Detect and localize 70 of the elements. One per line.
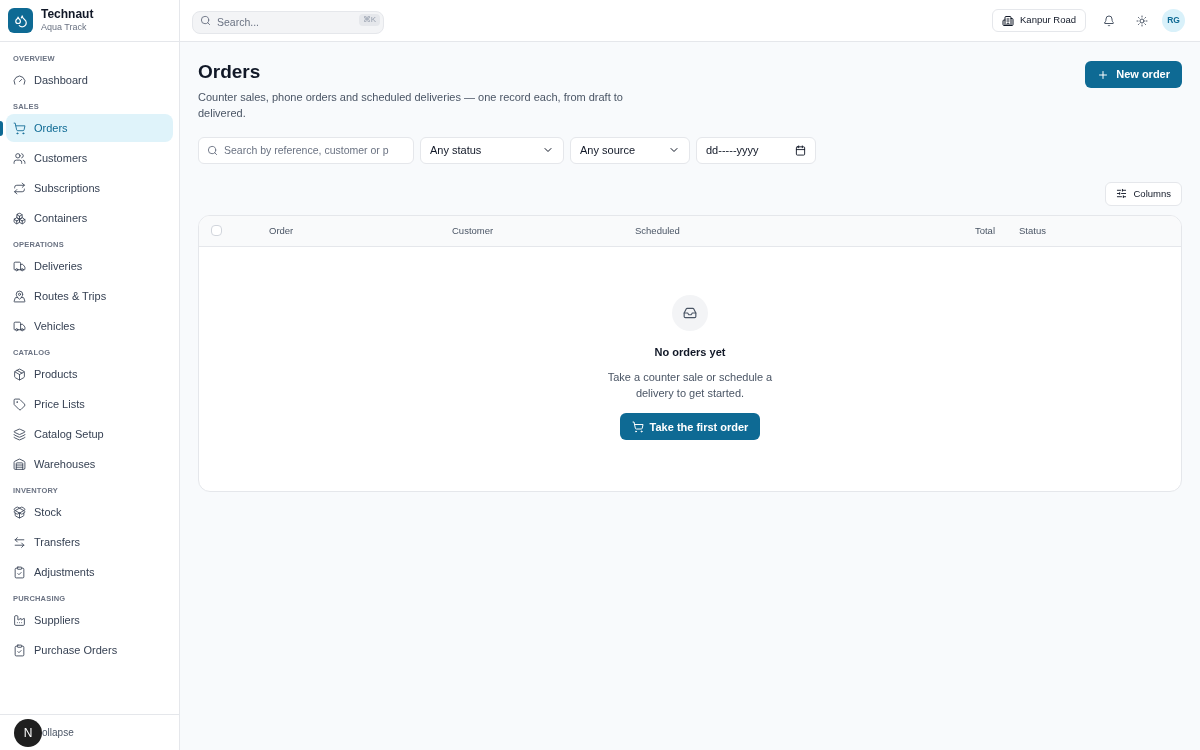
page-description: Counter sales, phone orders and scheduled deliveries — one record each, from draft to delivered. bbox=[198, 89, 624, 121]
new-order-button[interactable]: New order bbox=[1085, 61, 1182, 88]
calendar-icon bbox=[795, 144, 806, 156]
collapse-label[interactable]: ollapse bbox=[42, 725, 74, 740]
package-icon bbox=[13, 367, 26, 381]
avatar[interactable]: RG bbox=[1162, 9, 1185, 32]
repeat-icon bbox=[13, 181, 26, 195]
arrows-icon bbox=[13, 535, 26, 549]
sidebar-item[interactable]: Subscriptions bbox=[6, 174, 173, 202]
sidebar-item[interactable]: Routes & Trips bbox=[6, 282, 173, 310]
clipboard-check-icon bbox=[13, 643, 26, 657]
column-header: Scheduled bbox=[635, 223, 681, 238]
date-field[interactable]: dd-----yyyy bbox=[696, 136, 816, 164]
sidebar-item[interactable]: Containers bbox=[6, 204, 173, 232]
factory-icon bbox=[13, 613, 26, 627]
layers-icon bbox=[13, 427, 26, 441]
search-icon bbox=[200, 15, 211, 26]
cart-icon bbox=[13, 121, 26, 135]
status-select[interactable]: Any status bbox=[420, 136, 564, 164]
plus-icon bbox=[1097, 68, 1110, 81]
sidebar-item[interactable]: Customers bbox=[6, 144, 173, 172]
sidebar-item[interactable]: Orders bbox=[6, 114, 173, 142]
sliders-icon bbox=[1115, 188, 1127, 200]
sidebar-item[interactable]: Catalog Setup bbox=[6, 420, 173, 448]
gauge-icon bbox=[13, 73, 26, 87]
tag-icon bbox=[13, 397, 26, 411]
sidebar-item[interactable]: Adjustments bbox=[6, 558, 173, 586]
inbox-icon bbox=[672, 294, 708, 331]
cart-icon bbox=[631, 420, 644, 433]
truck-icon bbox=[13, 319, 26, 333]
notifications-icon[interactable] bbox=[1103, 14, 1115, 27]
first-order-button[interactable]: Take the first order bbox=[619, 413, 761, 441]
sidebar-item[interactable]: Vehicles bbox=[6, 312, 173, 340]
sidebar-item[interactable]: Deliveries bbox=[6, 252, 173, 280]
boxes-icon bbox=[13, 211, 26, 225]
sidebar-item[interactable]: Purchase Orders bbox=[6, 636, 173, 664]
truck-icon bbox=[13, 259, 26, 273]
empty-description: Take a counter sale or schedule a delivery to get started. bbox=[606, 370, 774, 402]
logo-icon bbox=[8, 8, 33, 33]
column-header: Order bbox=[269, 223, 295, 238]
sidebar-item[interactable]: Dashboard bbox=[6, 66, 173, 94]
brand-name: Technaut bbox=[41, 7, 94, 23]
building-icon bbox=[1002, 14, 1014, 27]
column-header: Total bbox=[973, 223, 995, 238]
sidebar-item[interactable]: Transfers bbox=[6, 528, 173, 556]
sidebar-item[interactable]: Suppliers bbox=[6, 606, 173, 634]
location-button[interactable]: Kanpur Road bbox=[992, 9, 1086, 32]
dev-badge[interactable]: N bbox=[14, 718, 42, 747]
sun-icon[interactable] bbox=[1136, 14, 1148, 27]
active-indicator bbox=[0, 121, 3, 136]
package-icon bbox=[13, 505, 26, 519]
select-all-checkbox[interactable] bbox=[211, 225, 222, 237]
search-field[interactable]: Search by reference, customer or p bbox=[198, 136, 414, 164]
search-icon bbox=[207, 144, 218, 156]
map-pin-icon bbox=[13, 289, 26, 303]
columns-button[interactable]: Columns bbox=[1104, 181, 1182, 206]
source-select[interactable]: Any source bbox=[570, 136, 690, 164]
clipboard-check-icon bbox=[13, 565, 26, 579]
users-icon bbox=[13, 151, 26, 165]
sidebar-item[interactable]: Price Lists bbox=[6, 390, 173, 418]
shortcut-hint: ⌘K bbox=[358, 14, 380, 26]
sidebar-item[interactable]: Products bbox=[6, 360, 173, 388]
column-header: Status bbox=[1019, 223, 1047, 238]
sidebar-item[interactable]: Stock bbox=[6, 498, 173, 526]
empty-title: No orders yet bbox=[654, 344, 726, 360]
brand-subtitle: Aqua Track bbox=[41, 22, 88, 34]
column-header: Customer bbox=[452, 223, 495, 238]
page-title: Orders bbox=[198, 60, 262, 84]
warehouse-icon bbox=[13, 457, 26, 471]
sidebar-item[interactable]: Warehouses bbox=[6, 450, 173, 478]
